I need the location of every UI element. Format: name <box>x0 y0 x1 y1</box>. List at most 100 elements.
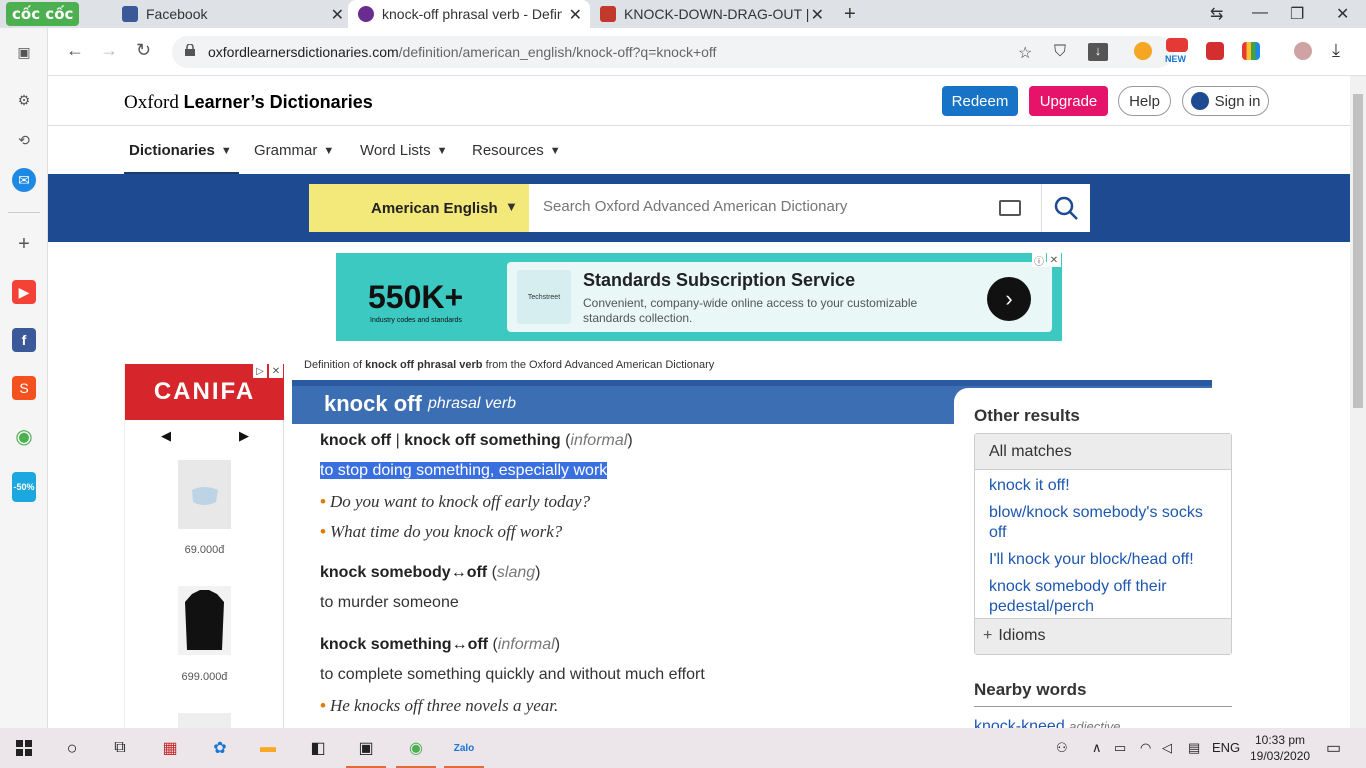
sense-1-forms: knock off | knock off something (informa… <box>320 432 633 449</box>
side-product-ad[interactable]: CANIFA ▷ ✕ ◀ ▶ 69.000đ 699.000đ <box>124 364 284 728</box>
page-scrollbar[interactable] <box>1350 76 1366 728</box>
new-extension-icon[interactable] <box>1166 38 1188 52</box>
download-icon[interactable]: ↓ <box>1088 43 1108 61</box>
new-tab-button[interactable]: + <box>834 0 864 28</box>
bookmark-star-icon[interactable]: ☆ <box>1018 43 1032 63</box>
idioms-toggle[interactable]: + Idioms <box>975 618 1231 654</box>
tab-cambridge-knock-down[interactable]: KNOCK-DOWN-DRAG-OUT | ✕ <box>590 0 832 28</box>
facebook-icon[interactable]: f <box>12 328 36 352</box>
match-link[interactable]: knock it off! <box>989 476 1221 496</box>
close-tab-icon[interactable]: ✕ <box>569 5 582 25</box>
messenger-icon[interactable]: ✉ <box>12 168 36 192</box>
app-icon[interactable]: ▦ <box>146 728 194 768</box>
pdf-extension-icon[interactable] <box>1206 42 1224 60</box>
chevron-down-icon: ▼ <box>549 144 561 157</box>
sidebar-toggle-icon[interactable]: ▣ <box>12 40 36 64</box>
task-view-icon[interactable]: ⧉ <box>96 728 144 768</box>
close-window-icon[interactable]: ✕ <box>1336 4 1349 24</box>
match-link[interactable]: knock somebody off their pedestal/perch <box>989 577 1221 617</box>
zalo-icon[interactable]: Zalo <box>440 728 488 768</box>
upgrade-button[interactable]: Upgrade <box>1029 86 1108 116</box>
match-link[interactable]: blow/knock somebody's socks off <box>989 503 1221 543</box>
display-icon[interactable]: ▤ <box>1188 740 1200 756</box>
site-logo[interactable]: Oxford Learner’s Dictionaries <box>124 92 373 114</box>
search-button[interactable] <box>1041 184 1090 232</box>
coccoc-icon[interactable]: ◉ <box>12 424 36 448</box>
product-price: 699.000đ <box>181 671 228 683</box>
adchoices-icon[interactable]: ⓘ <box>1032 253 1046 268</box>
ad-close-icon[interactable]: ✕ <box>1047 253 1061 267</box>
clock[interactable]: 10:33 pm 19/03/2020 <box>1250 732 1310 764</box>
battery-icon[interactable]: ▭ <box>1114 740 1126 756</box>
profile-avatar[interactable] <box>1294 42 1312 60</box>
settings-icon[interactable]: ⚙ <box>12 88 36 112</box>
product-image-jacket[interactable] <box>178 586 231 655</box>
downloads-icon[interactable]: ⤓ <box>1332 40 1340 61</box>
coccoc-taskbar-icon[interactable]: ◉ <box>392 728 440 768</box>
chevron-down-icon: ▼ <box>505 199 518 214</box>
menu-grammar[interactable]: Grammar ▼ <box>254 142 334 159</box>
browser-sidebar: ▣ ⚙ ⟲ ✉ + ▶ f S ◉ -50% <box>0 28 48 728</box>
address-bar[interactable]: oxfordlearnersdictionaries.com/definitio… <box>172 36 1174 68</box>
adchoices-icon[interactable]: ▷ <box>253 364 267 378</box>
ad-card[interactable]: Techstreet Standards Subscription Servic… <box>507 262 1052 332</box>
tab-bar: cốc cốc Facebook ✕ knock-off phrasal ver… <box>0 0 1366 28</box>
windows-start-icon[interactable] <box>0 728 48 768</box>
match-link[interactable]: I'll knock your block/head off! <box>989 550 1221 570</box>
sticky-notes-icon[interactable]: ◧ <box>294 728 342 768</box>
notifications-icon[interactable]: ▭ <box>1326 738 1341 758</box>
sign-in-button[interactable]: Sign in <box>1182 86 1269 116</box>
volume-icon[interactable]: ◁ <box>1162 740 1172 756</box>
app-icon[interactable]: ✿ <box>196 728 244 768</box>
wifi-icon[interactable]: ◠ <box>1140 740 1151 756</box>
language-indicator[interactable]: ENG <box>1212 740 1240 755</box>
maximize-icon[interactable]: ❐ <box>1290 4 1304 24</box>
keyboard-icon[interactable] <box>999 200 1021 216</box>
color-extension-icon[interactable] <box>1242 42 1260 60</box>
definition-caption: Definition of knock off phrasal verb fro… <box>304 359 715 371</box>
carousel-next-button[interactable]: ▶ <box>239 428 249 444</box>
part-of-speech: phrasal verb <box>428 395 517 412</box>
redeem-button[interactable]: Redeem <box>942 86 1018 116</box>
search-box <box>529 184 1041 232</box>
close-tab-icon[interactable]: ✕ <box>331 5 344 25</box>
people-icon[interactable]: ⚇ <box>1056 740 1068 756</box>
history-icon[interactable]: ⟲ <box>12 128 36 152</box>
tab-facebook[interactable]: Facebook ✕ <box>112 0 352 28</box>
example: • He knocks off three novels a year. <box>320 696 559 715</box>
search-icon[interactable]: ○ <box>48 728 96 768</box>
menu-word-lists[interactable]: Word Lists ▼ <box>360 142 447 159</box>
carousel-prev-button[interactable]: ◀ <box>161 428 171 444</box>
minimize-icon[interactable]: — <box>1252 4 1268 22</box>
menu-resources[interactable]: Resources ▼ <box>472 142 561 159</box>
product-image-mask[interactable] <box>178 460 231 529</box>
coccoc-logo[interactable]: cốc cốc <box>6 2 80 26</box>
help-button[interactable]: Help <box>1118 86 1171 116</box>
ad-close-icon[interactable]: ✕ <box>269 364 283 378</box>
forward-icon[interactable]: → <box>100 40 118 61</box>
lock-icon <box>185 44 195 56</box>
file-explorer-icon[interactable]: ▬ <box>244 728 292 768</box>
add-icon[interactable]: + <box>12 232 36 256</box>
search-input[interactable] <box>543 198 983 215</box>
tiki-icon[interactable]: -50% <box>12 472 36 502</box>
scrollbar-thumb[interactable] <box>1353 94 1363 408</box>
back-icon[interactable]: ← <box>66 40 84 61</box>
app-icon[interactable]: ▣ <box>342 728 390 768</box>
tab-search-icon[interactable]: ⇆ <box>1210 4 1223 24</box>
all-matches-header[interactable]: All matches <box>975 434 1231 470</box>
tab-oxford-knock-off[interactable]: knock-off phrasal verb - Defin ✕ <box>348 0 590 28</box>
reload-icon[interactable]: ↻ <box>136 40 151 61</box>
shopee-icon[interactable]: S <box>12 376 36 400</box>
ad-arrow-button[interactable]: › <box>987 277 1031 321</box>
ad-banner[interactable]: 550K+ Industry codes and standards Techs… <box>336 253 1062 341</box>
extension-icon[interactable] <box>1134 42 1152 60</box>
close-tab-icon[interactable]: ✕ <box>811 5 824 25</box>
product-image[interactable] <box>178 713 231 728</box>
tray-chevron-icon[interactable]: ∧ <box>1092 740 1102 756</box>
shield-icon[interactable]: ⛉ <box>1054 43 1066 61</box>
menu-dictionaries[interactable]: Dictionaries ▼ <box>129 142 232 159</box>
dictionary-language-select[interactable]: American English ▼ <box>309 184 529 232</box>
youtube-icon[interactable]: ▶ <box>12 280 36 304</box>
nearby-word-link[interactable]: knock-kneed adjective <box>974 718 1120 728</box>
